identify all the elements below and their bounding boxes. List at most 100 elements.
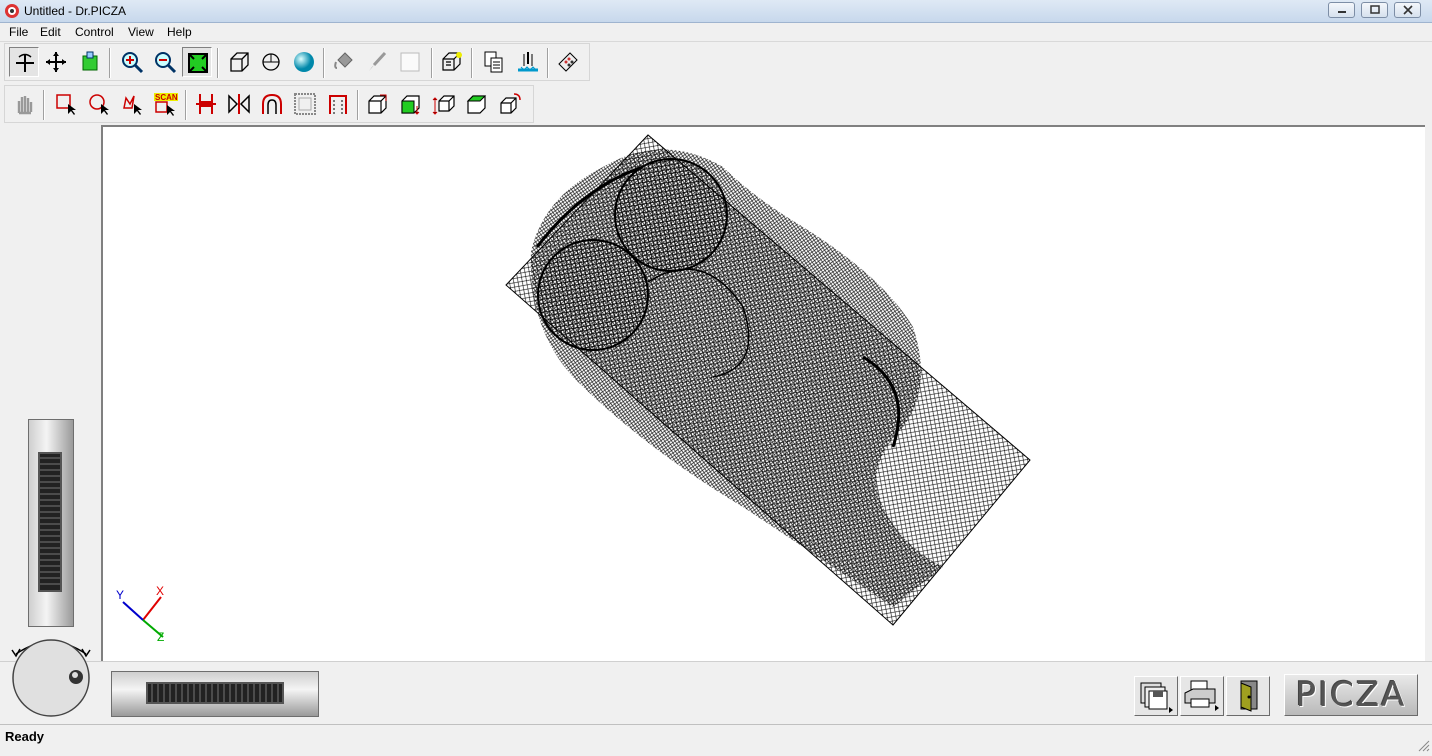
arch-icon xyxy=(262,93,282,114)
surface-icon xyxy=(262,53,280,71)
sphere-icon xyxy=(294,52,314,72)
rect-select-button[interactable] xyxy=(51,89,81,119)
copy-button[interactable] xyxy=(479,47,509,77)
mirror-button[interactable] xyxy=(224,89,254,119)
arch-button[interactable] xyxy=(257,89,287,119)
toolbar-separator xyxy=(431,48,433,78)
paint-bucket-icon xyxy=(334,52,353,69)
grid-frame-icon xyxy=(294,93,316,115)
hand-icon xyxy=(17,96,33,115)
paint-bucket-button[interactable] xyxy=(329,47,359,77)
blank-icon xyxy=(400,52,420,72)
zoom-out-icon xyxy=(155,52,177,74)
box-green-button[interactable] xyxy=(396,89,426,119)
box-rotate-button[interactable] xyxy=(495,89,525,119)
move-icon xyxy=(46,52,66,72)
toolbar-separator xyxy=(217,48,219,78)
main-toolbar xyxy=(4,43,590,81)
circle-select-icon xyxy=(89,94,109,115)
rotation-knob[interactable] xyxy=(8,634,94,720)
fit-window-button[interactable] xyxy=(182,47,212,77)
split-icon xyxy=(196,94,216,114)
wireframe-button[interactable] xyxy=(224,47,254,77)
surface-button[interactable] xyxy=(256,47,286,77)
horizontal-rotation-slider[interactable] xyxy=(111,671,319,717)
lasso-select-button[interactable] xyxy=(117,89,147,119)
scan-select-icon: SCAN xyxy=(154,93,178,116)
toolbar-separator xyxy=(109,48,111,78)
vertical-slider-track xyxy=(38,452,62,592)
box-front-button[interactable] xyxy=(363,89,393,119)
zoom-in-icon xyxy=(122,52,144,74)
close-button[interactable] xyxy=(1394,2,1421,18)
copy-icon xyxy=(484,51,503,73)
horizontal-slider-track xyxy=(146,682,284,704)
menu-edit[interactable]: Edit xyxy=(40,25,61,39)
minimize-button[interactable] xyxy=(1328,2,1355,18)
move-button[interactable] xyxy=(41,47,71,77)
zoom-in-button[interactable] xyxy=(117,47,147,77)
mill-icon xyxy=(518,52,538,72)
3d-viewport[interactable]: X Y Z xyxy=(101,125,1425,661)
mesh-model[interactable] xyxy=(103,127,1425,661)
menu-control[interactable]: Control xyxy=(75,25,114,39)
rect-select-icon xyxy=(56,94,76,115)
toolbar-separator xyxy=(185,90,187,120)
layer-icon xyxy=(82,51,98,71)
box-green-icon xyxy=(401,95,420,115)
rotate-icon xyxy=(16,53,34,72)
toolbar-separator xyxy=(43,90,45,120)
exit-button[interactable] xyxy=(1226,676,1270,716)
restore-icon xyxy=(1370,5,1380,14)
split-button[interactable] xyxy=(191,89,221,119)
bracket-button[interactable] xyxy=(323,89,353,119)
menu-help[interactable]: Help xyxy=(167,25,192,39)
maximize-button[interactable] xyxy=(1361,2,1388,18)
menu-file[interactable]: File xyxy=(9,25,28,39)
box-resize-icon xyxy=(432,95,455,115)
mill-button[interactable] xyxy=(513,47,543,77)
zoom-out-button[interactable] xyxy=(150,47,180,77)
toolbar-separator xyxy=(547,48,549,78)
fit-window-icon xyxy=(188,53,208,73)
brush-icon xyxy=(369,51,387,71)
cube-lines-button[interactable] xyxy=(437,47,467,77)
save-button[interactable] xyxy=(1134,676,1178,716)
window-title: Untitled - Dr.PICZA xyxy=(24,4,127,18)
remote-button[interactable] xyxy=(553,47,583,77)
title-bar: Untitled - Dr.PICZA xyxy=(0,0,1432,23)
bracket-icon xyxy=(329,95,347,114)
toolbar-separator xyxy=(471,48,473,78)
grid-frame-button[interactable] xyxy=(290,89,320,119)
axis-x-label: X xyxy=(156,584,164,598)
box-resize-button[interactable] xyxy=(429,89,459,119)
rotate-button[interactable] xyxy=(9,47,39,77)
print-button[interactable] xyxy=(1180,676,1224,716)
sphere-button[interactable] xyxy=(289,47,319,77)
brush-button[interactable] xyxy=(362,47,392,77)
wireframe-icon xyxy=(230,52,249,72)
status-bar: Ready xyxy=(0,724,1432,756)
cube-lines-icon xyxy=(442,52,462,71)
toolbar-separator xyxy=(357,90,359,120)
save-icon xyxy=(1140,682,1173,713)
mirror-icon xyxy=(228,94,250,114)
box-front-icon xyxy=(368,94,387,114)
resize-grip-icon[interactable] xyxy=(1418,740,1430,752)
layer-button[interactable] xyxy=(75,47,105,77)
vertical-rotation-slider[interactable] xyxy=(28,419,74,627)
box-green-2-button[interactable] xyxy=(462,89,492,119)
box-green-2-icon xyxy=(466,95,487,114)
axis-indicator: X Y Z xyxy=(116,584,164,643)
status-text: Ready xyxy=(5,729,45,744)
blank-button[interactable] xyxy=(395,47,425,77)
app-icon xyxy=(5,4,19,18)
remote-icon xyxy=(558,52,578,72)
hand-button[interactable] xyxy=(9,89,39,119)
menu-view[interactable]: View xyxy=(128,25,154,39)
edit-toolbar: SCAN xyxy=(4,85,534,123)
scan-select-button[interactable]: SCAN xyxy=(150,89,180,119)
circle-select-button[interactable] xyxy=(84,89,114,119)
close-icon xyxy=(1403,5,1413,15)
slider-ridges-icon xyxy=(40,457,60,585)
